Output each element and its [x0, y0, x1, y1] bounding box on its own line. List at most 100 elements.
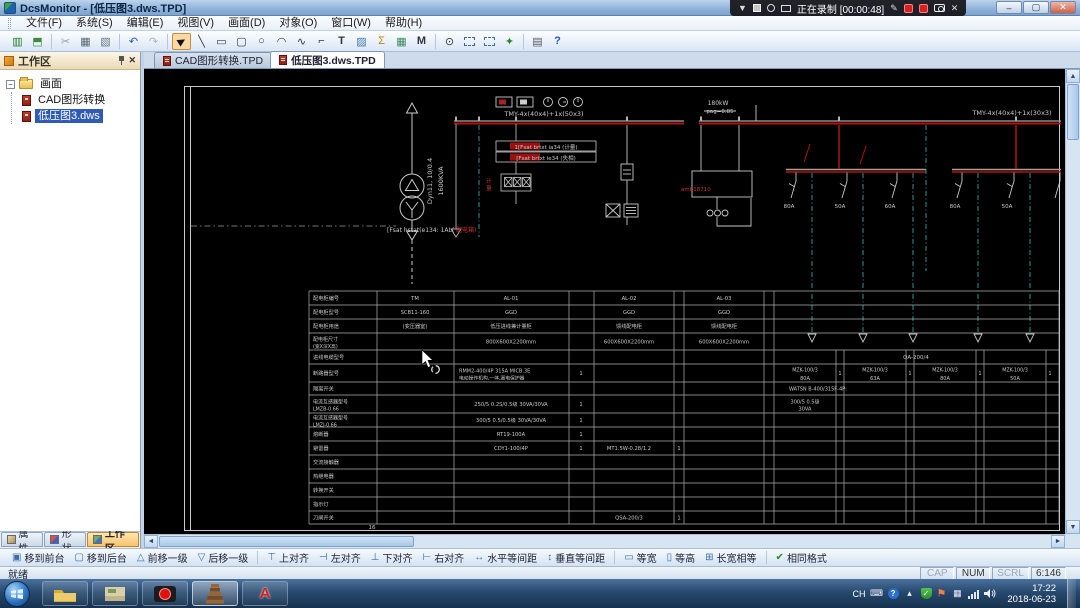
taskbar-autocad-button[interactable]: A — [242, 581, 288, 606]
menu-item-0[interactable]: 文件(F) — [19, 16, 69, 31]
document-tab-1[interactable]: 低压图3.dws.TPD — [270, 51, 385, 68]
open-icon[interactable]: ⬒ — [28, 33, 47, 50]
help-icon[interactable]: ? — [548, 33, 567, 50]
align-button-2[interactable]: △前移一级 — [133, 549, 192, 566]
calendar-icon[interactable]: ▦ — [951, 588, 963, 600]
menu-item-4[interactable]: 画面(D) — [221, 16, 272, 31]
marquee-group-icon[interactable] — [480, 33, 499, 50]
magnifier-icon[interactable] — [767, 4, 775, 12]
volume-icon[interactable] — [984, 588, 996, 600]
cad-canvas[interactable]: 配电柜编号TMAL-01AL-02AL-03配电柜型号SCB11-160GGDG… — [144, 69, 1065, 534]
vertical-scrollbar[interactable]: ▲ ▼ — [1065, 69, 1080, 534]
tray-expand-icon[interactable]: ▴ — [904, 588, 916, 600]
save-icon[interactable]: ▥ — [8, 33, 27, 50]
align-button-1[interactable]: ▢移到后台 — [70, 549, 130, 566]
scroll-down-icon[interactable]: ▼ — [1066, 520, 1080, 534]
menu-item-2[interactable]: 编辑(E) — [120, 16, 171, 31]
camera-icon[interactable] — [934, 4, 945, 12]
select-cursor-icon[interactable]: ▶ — [172, 33, 191, 50]
chart-tool-icon[interactable]: ▦ — [392, 33, 411, 50]
panel-tab-形状[interactable]: 形状 — [44, 532, 86, 547]
align-button-9[interactable]: ↕垂直等间距 — [543, 549, 609, 566]
align-button-5[interactable]: ⊣左对齐 — [315, 549, 365, 566]
cut-icon[interactable]: ✂ — [56, 33, 75, 50]
chevron-down-icon[interactable]: ▼ — [738, 4, 747, 13]
tree-root-label[interactable]: 画面 — [37, 77, 65, 91]
align-button-7[interactable]: ⊢右对齐 — [418, 549, 468, 566]
align-button-10[interactable]: ▭等宽 — [620, 549, 660, 566]
taskbar-clock[interactable]: 17:222018-06-23 — [1007, 583, 1056, 605]
tree-item-label[interactable]: CAD图形转换 — [35, 93, 108, 107]
document-tab-0[interactable]: CAD图形转换.TPD — [154, 52, 272, 68]
keyboard-icon[interactable]: ⌨ — [871, 588, 883, 600]
menu-item-6[interactable]: 窗口(W) — [324, 16, 378, 31]
timer-icon[interactable]: ⊙ — [440, 33, 459, 50]
curve-tool-icon[interactable]: ∿ — [292, 33, 311, 50]
close-panel-icon[interactable]: ✕ — [128, 56, 136, 65]
align-button-12[interactable]: ⊞长宽相等 — [701, 549, 760, 566]
paste-icon[interactable]: ▧ — [96, 33, 115, 50]
align-button-6[interactable]: ⊥下对齐 — [367, 549, 417, 566]
scroll-left-icon[interactable]: ◄ — [144, 535, 158, 548]
align-button-4[interactable]: ⊤上对齐 — [263, 549, 313, 566]
network-signal-icon[interactable] — [968, 589, 979, 599]
windows-icon[interactable] — [753, 4, 761, 12]
marquee-icon[interactable] — [460, 33, 479, 50]
close-button[interactable]: ✕ — [1050, 1, 1076, 14]
hscroll-track[interactable] — [415, 535, 1051, 548]
menu-item-7[interactable]: 帮助(H) — [378, 16, 429, 31]
text-tool-icon[interactable]: T — [332, 33, 351, 50]
polyline-tool-icon[interactable]: ⌐ — [312, 33, 331, 50]
help-tray-icon[interactable]: ? — [888, 588, 899, 599]
pause-icon[interactable] — [904, 4, 913, 13]
maximize-button[interactable]: ▢ — [1023, 1, 1049, 14]
stop-icon[interactable] — [919, 4, 928, 13]
align-button-11[interactable]: ▯等高 — [663, 549, 700, 566]
scroll-up-icon[interactable]: ▲ — [1066, 69, 1080, 83]
align-button-8[interactable]: ↔水平等间距 — [470, 549, 541, 566]
line-tool-icon[interactable]: ╲ — [192, 33, 211, 50]
image-tool-icon[interactable]: ▨ — [352, 33, 371, 50]
antivirus-icon[interactable]: ✓ — [921, 588, 932, 599]
vscroll-track[interactable] — [1066, 141, 1080, 520]
menu-item-3[interactable]: 视图(V) — [170, 16, 221, 31]
menu-item-1[interactable]: 系统(S) — [69, 16, 120, 31]
rounded-rect-tool-icon[interactable]: ▢ — [232, 33, 251, 50]
tree-node-root[interactable]: − 画面 — [6, 76, 138, 92]
print-icon[interactable]: ▤ — [528, 33, 547, 50]
macro-tool-icon[interactable]: M — [412, 33, 431, 50]
horizontal-scrollbar[interactable]: ◄ ► — [144, 534, 1065, 548]
tree-item-label-selected[interactable]: 低压图3.dws — [35, 109, 103, 123]
tree-node-cad[interactable]: CAD图形转换 — [22, 92, 138, 108]
align-button-3[interactable]: ▽后移一级 — [194, 549, 253, 566]
minimize-button[interactable]: – — [996, 1, 1022, 14]
undo-icon[interactable]: ↶ — [124, 33, 143, 50]
pin-icon[interactable] — [118, 56, 125, 65]
taskbar-fax-button[interactable] — [92, 581, 138, 606]
action-center-icon[interactable]: ⚑ — [937, 587, 947, 600]
pencil-icon[interactable]: ✎ — [890, 4, 898, 13]
ellipse-tool-icon[interactable]: ○ — [252, 33, 271, 50]
redo-icon[interactable]: ↷ — [144, 33, 163, 50]
symbol-tool-icon[interactable]: Σ — [372, 33, 391, 50]
monitor-icon[interactable] — [781, 5, 791, 12]
run-icon[interactable]: ✦ — [500, 33, 519, 50]
tree-expander-icon[interactable]: − — [6, 80, 15, 89]
align-button-0[interactable]: ▣移到前台 — [8, 549, 68, 566]
tree-node-lowvoltage[interactable]: 低压图3.dws — [22, 108, 138, 124]
show-desktop-button[interactable] — [1067, 579, 1076, 608]
rectangle-tool-icon[interactable]: ▭ — [212, 33, 231, 50]
taskbar-recorder-button[interactable] — [142, 581, 188, 606]
panel-tab-工作区[interactable]: 工作区 — [87, 532, 139, 547]
close-recorder-icon[interactable]: ✕ — [951, 4, 959, 13]
scroll-right-icon[interactable]: ► — [1051, 535, 1065, 548]
taskbar-explorer-button[interactable] — [42, 581, 88, 606]
copy-icon[interactable]: ▦ — [76, 33, 95, 50]
start-button[interactable] — [4, 581, 30, 607]
menu-item-5[interactable]: 对象(O) — [272, 16, 324, 31]
arc-tool-icon[interactable]: ◠ — [272, 33, 291, 50]
language-indicator[interactable]: CH — [853, 589, 866, 599]
align-button-13[interactable]: ✔相同格式 — [772, 549, 831, 566]
vscroll-thumb[interactable] — [1067, 84, 1079, 140]
hscroll-thumb[interactable] — [159, 536, 414, 547]
